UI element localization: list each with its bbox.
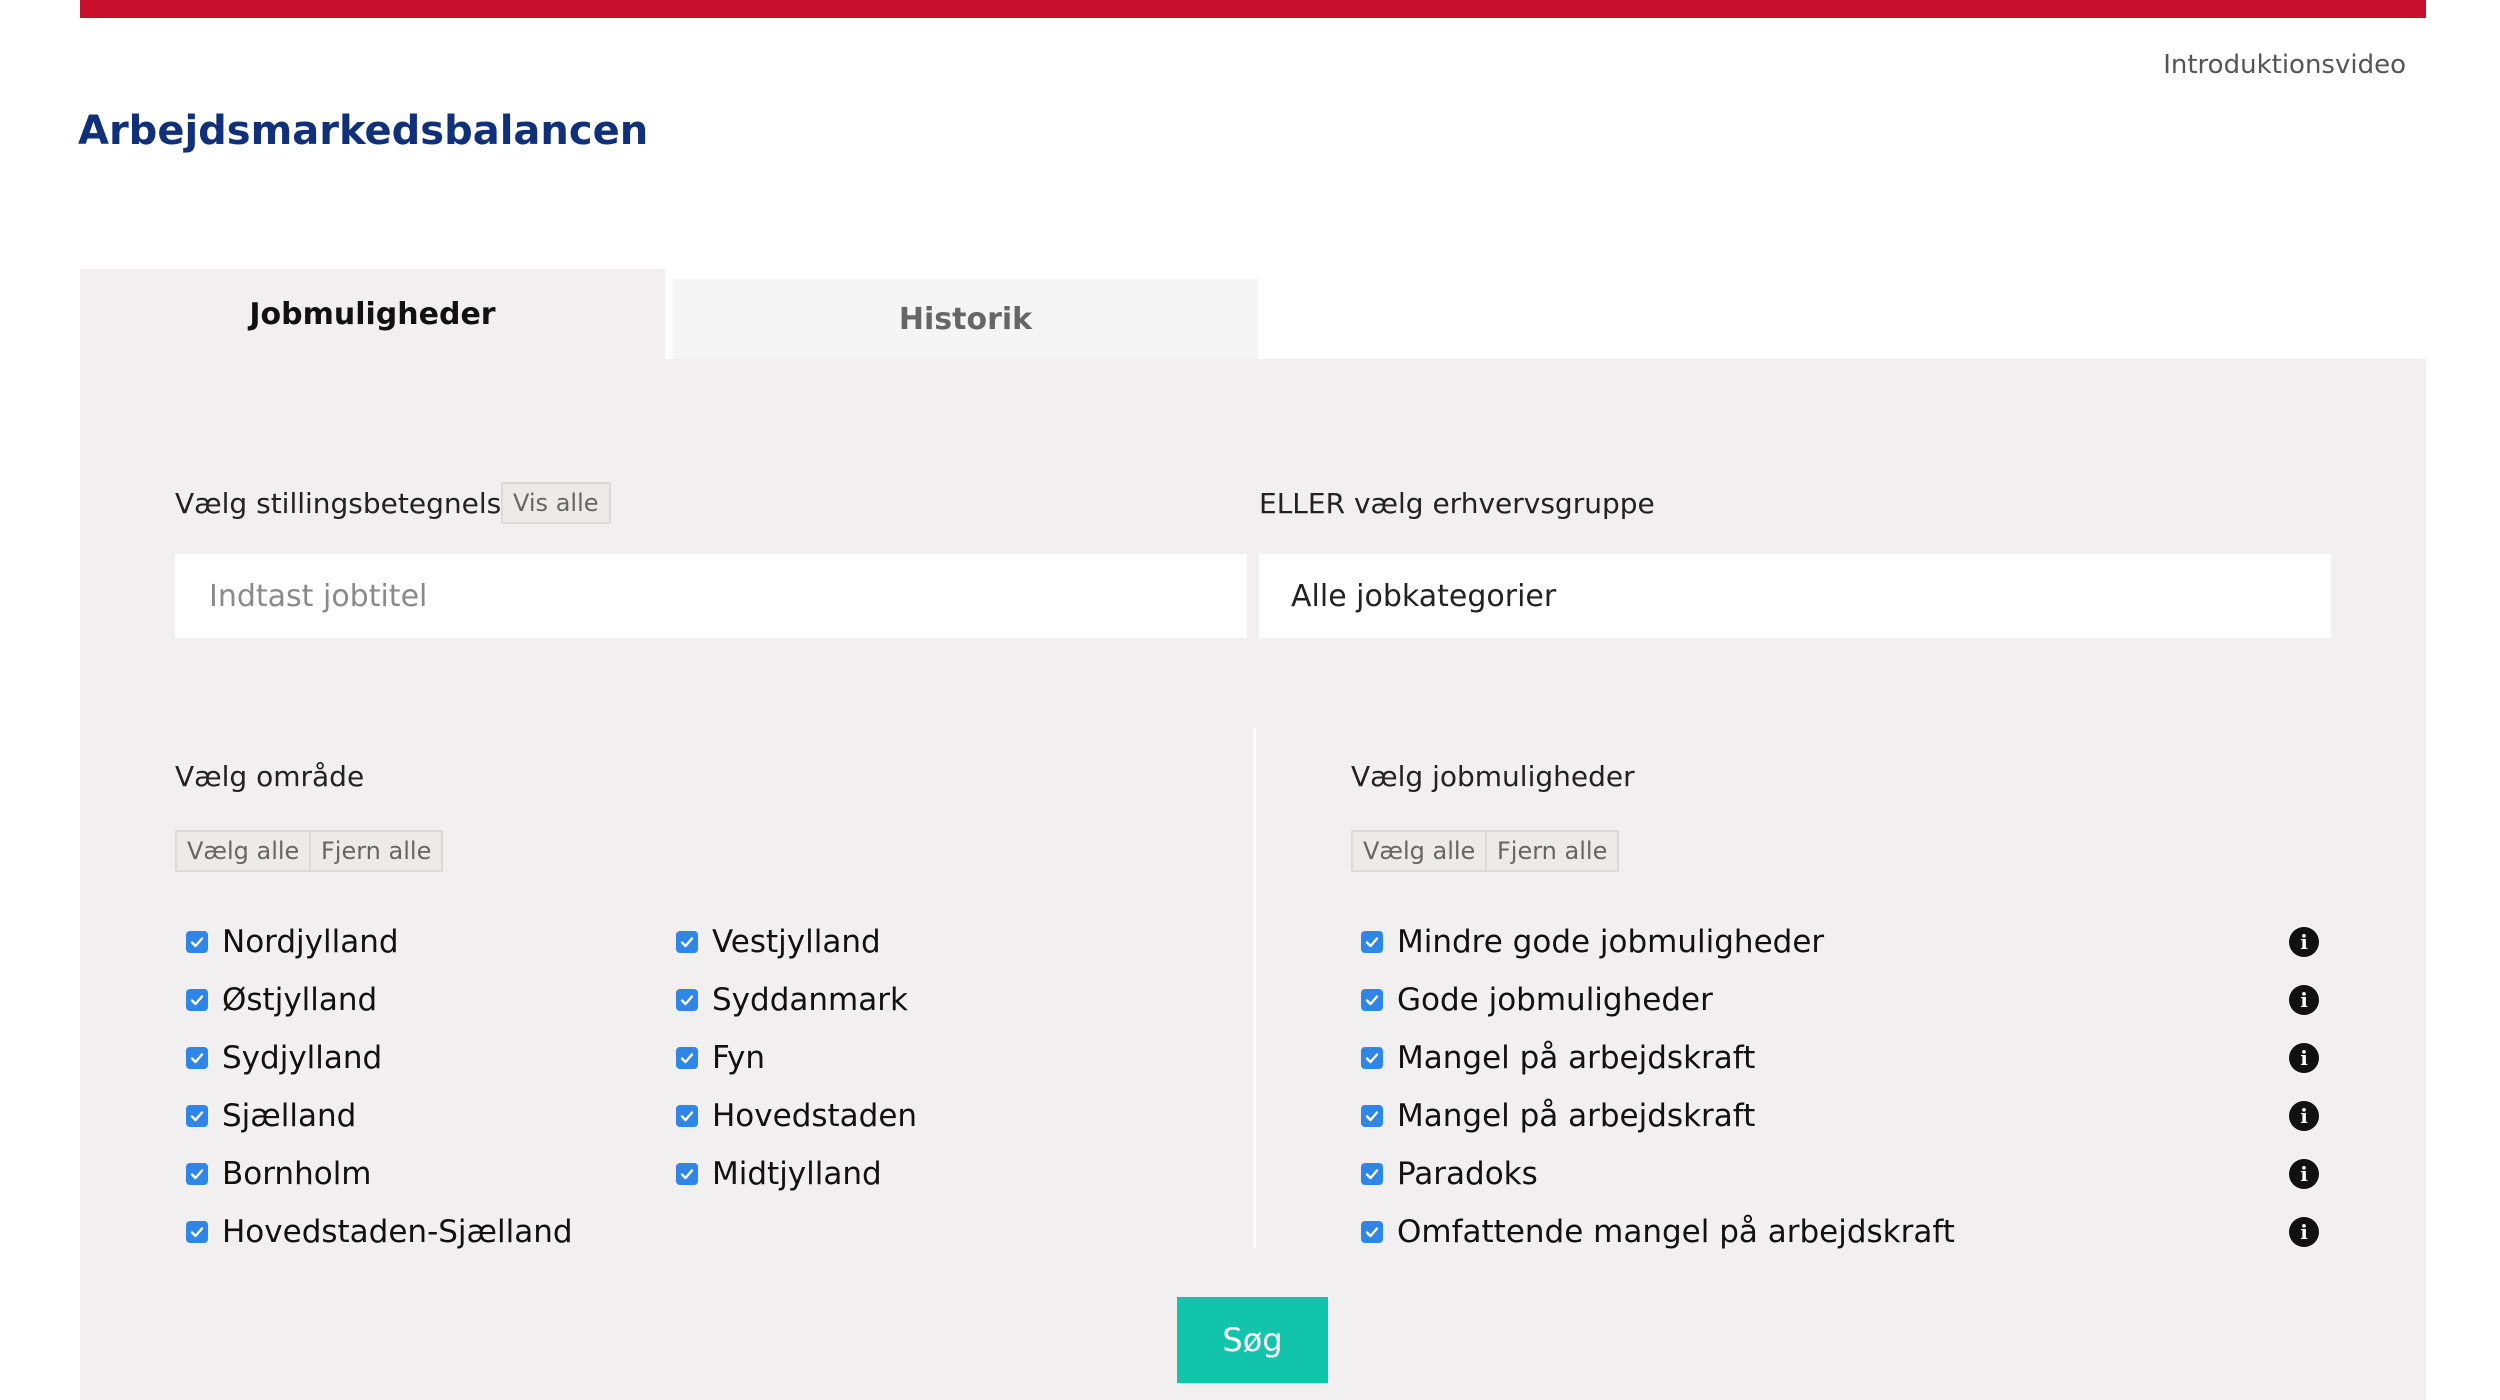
checkbox-checked-icon[interactable] (676, 1105, 698, 1127)
info-icon[interactable]: i (2289, 985, 2319, 1015)
area-checkbox-item[interactable]: Østjylland (186, 980, 377, 1020)
area-checkbox-label: Sydjylland (222, 1040, 383, 1076)
area-label: Vælg område (175, 760, 365, 793)
show-all-button[interactable]: Vis alle (501, 482, 611, 524)
opportunity-checkbox-item[interactable]: Mangel på arbejdskraft (1361, 1038, 1755, 1078)
checkbox-checked-icon[interactable] (1361, 989, 1383, 1011)
checkbox-checked-icon[interactable] (1361, 1221, 1383, 1243)
area-checkbox-item[interactable]: Hovedstaden-Sjælland (186, 1212, 573, 1252)
checkbox-checked-icon[interactable] (676, 1047, 698, 1069)
area-checkbox-label: Midtjylland (712, 1156, 882, 1192)
opportunity-checkbox-label: Mindre gode jobmuligheder (1397, 924, 1825, 960)
opportunity-checkbox-label: Mangel på arbejdskraft (1397, 1040, 1756, 1076)
intro-video-link[interactable]: Introduktionsvideo (2163, 50, 2406, 80)
info-icon[interactable]: i (2289, 1043, 2319, 1073)
info-icon[interactable]: i (2289, 1159, 2319, 1189)
job-title-field[interactable] (175, 554, 1247, 638)
opportunities-select-all-button[interactable]: Vælg alle (1351, 830, 1488, 872)
opportunity-checkbox-label: Omfattende mangel på arbejdskraft (1397, 1214, 1955, 1250)
area-checkbox-label: Nordjylland (222, 924, 399, 960)
checkbox-checked-icon[interactable] (186, 1047, 208, 1069)
checkbox-checked-icon[interactable] (186, 989, 208, 1011)
page-title: Arbejdsmarkedsbalancen (78, 108, 649, 154)
search-button[interactable]: Søg (1177, 1297, 1328, 1383)
area-checkbox-item[interactable]: Nordjylland (186, 922, 399, 962)
area-select-all-button[interactable]: Vælg alle (175, 830, 312, 872)
checkbox-checked-icon[interactable] (1361, 1047, 1383, 1069)
area-checkbox-item[interactable]: Midtjylland (676, 1154, 882, 1194)
opportunity-checkbox-item[interactable]: Mangel på arbejdskraft (1361, 1096, 1755, 1136)
opportunity-checkbox-item[interactable]: Paradoks (1361, 1154, 1538, 1194)
area-checkbox-label: Østjylland (222, 982, 378, 1018)
industry-select-value: Alle jobkategorier (1291, 578, 1557, 614)
checkbox-checked-icon[interactable] (186, 1105, 208, 1127)
checkbox-checked-icon[interactable] (186, 1221, 208, 1243)
area-checkbox-label: Sjælland (222, 1098, 357, 1134)
opportunity-checkbox-label: Mangel på arbejdskraft (1397, 1098, 1756, 1134)
column-divider (1253, 728, 1256, 1248)
opportunity-checkbox-item[interactable]: Mindre gode jobmuligheder (1361, 922, 1824, 962)
area-checkbox-label: Hovedstaden-Sjælland (222, 1214, 573, 1250)
checkbox-checked-icon[interactable] (1361, 1105, 1383, 1127)
tab-jobmuligheder[interactable]: Jobmuligheder (80, 269, 665, 359)
area-checkbox-item[interactable]: Sjælland (186, 1096, 356, 1136)
checkbox-checked-icon[interactable] (186, 1163, 208, 1185)
area-checkbox-item[interactable]: Fyn (676, 1038, 765, 1078)
industry-label: ELLER vælg erhvervsgruppe (1259, 487, 1655, 520)
area-checkbox-label: Hovedstaden (712, 1098, 918, 1134)
area-checkbox-label: Bornholm (222, 1156, 372, 1192)
area-checkbox-label: Fyn (712, 1040, 765, 1076)
area-checkbox-item[interactable]: Sydjylland (186, 1038, 382, 1078)
info-icon[interactable]: i (2289, 1101, 2319, 1131)
opportunity-checkbox-label: Gode jobmuligheder (1397, 982, 1713, 1018)
checkbox-checked-icon[interactable] (1361, 931, 1383, 953)
checkbox-checked-icon[interactable] (1361, 1163, 1383, 1185)
opportunities-remove-all-button[interactable]: Fjern alle (1485, 830, 1620, 872)
area-checkbox-item[interactable]: Vestjylland (676, 922, 881, 962)
checkbox-checked-icon[interactable] (676, 1163, 698, 1185)
area-checkbox-label: Vestjylland (712, 924, 881, 960)
area-checkbox-item[interactable]: Syddanmark (676, 980, 908, 1020)
job-title-label: Vælg stillingsbetegnelse (175, 487, 519, 520)
area-checkbox-label: Syddanmark (712, 982, 908, 1018)
info-icon[interactable]: i (2289, 927, 2319, 957)
checkbox-checked-icon[interactable] (186, 931, 208, 953)
opportunity-checkbox-item[interactable]: Gode jobmuligheder (1361, 980, 1713, 1020)
opportunity-checkbox-item[interactable]: Omfattende mangel på arbejdskraft (1361, 1212, 1955, 1252)
checkbox-checked-icon[interactable] (676, 989, 698, 1011)
area-remove-all-button[interactable]: Fjern alle (309, 830, 444, 872)
opportunities-label: Vælg jobmuligheder (1351, 760, 1635, 793)
area-checkbox-item[interactable]: Bornholm (186, 1154, 372, 1194)
industry-select[interactable]: Alle jobkategorier (1259, 554, 2331, 638)
job-title-input[interactable] (207, 577, 1215, 615)
opportunity-checkbox-label: Paradoks (1397, 1156, 1538, 1192)
top-accent-bar (80, 0, 2426, 18)
checkbox-checked-icon[interactable] (676, 931, 698, 953)
info-icon[interactable]: i (2289, 1217, 2319, 1247)
area-checkbox-item[interactable]: Hovedstaden (676, 1096, 917, 1136)
tab-historik[interactable]: Historik (673, 279, 1258, 359)
